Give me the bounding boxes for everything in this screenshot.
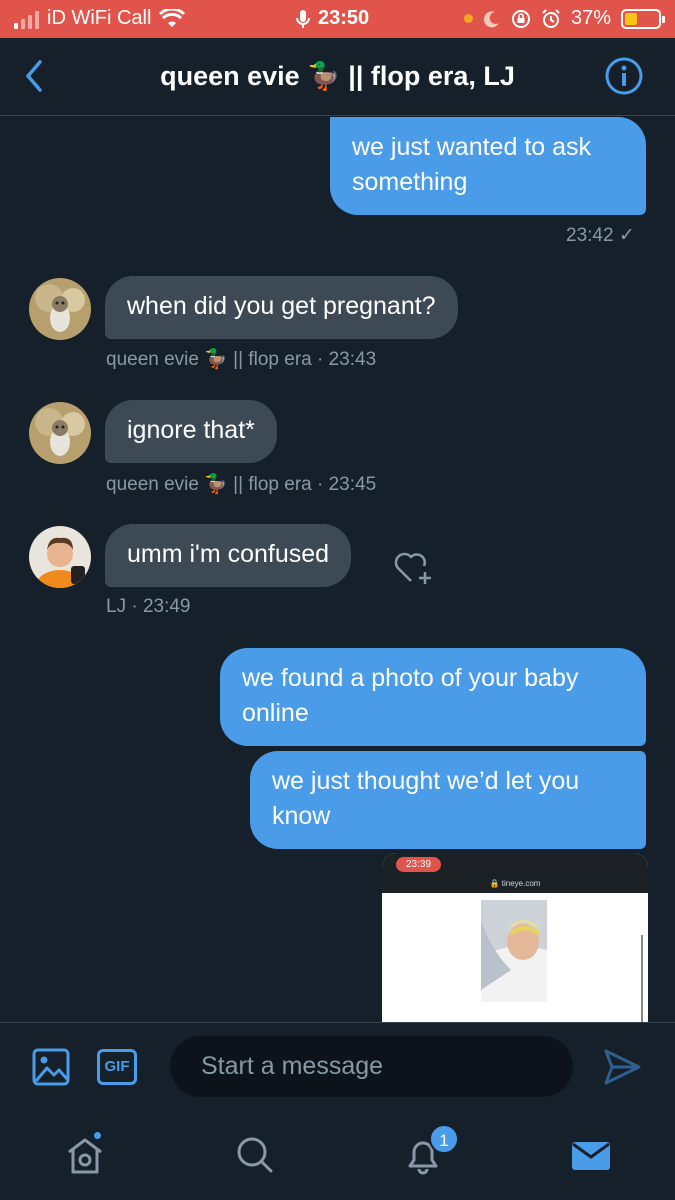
add-reaction-heart-icon[interactable]: [392, 548, 434, 586]
cat-avatar-image: [29, 402, 91, 464]
attachment-url: 🔒 tineye.com: [489, 879, 541, 888]
message-input[interactable]: [170, 1036, 573, 1097]
message-sender-time: queen evie 🦆 || flop era · 23:43: [106, 349, 377, 370]
send-icon[interactable]: [602, 1047, 642, 1087]
microphone-icon: [296, 9, 310, 28]
battery-fill: [625, 12, 637, 25]
tab-search[interactable]: [234, 1134, 276, 1181]
wifi-icon: [159, 8, 186, 27]
avatar-queen-evie[interactable]: [29, 402, 91, 464]
message-bubble-received[interactable]: when did you get pregnant?: [105, 276, 458, 339]
bottom-tab-bar: 1: [0, 1117, 675, 1200]
message-text-line: something: [352, 168, 468, 196]
avatar-queen-evie[interactable]: [29, 278, 91, 340]
message-timestamp: 23:42 ✓: [566, 225, 635, 246]
mail-icon: [572, 1142, 610, 1170]
attachment-time: 23:39: [396, 857, 442, 872]
moon-icon: [483, 10, 499, 27]
status-center: 23:50: [296, 7, 369, 30]
rotation-lock-icon: [511, 9, 530, 28]
message-bubble-sent[interactable]: we just thought we’d let you know: [250, 751, 646, 849]
cat-avatar-image: [29, 278, 91, 340]
battery-percent: 37%: [570, 7, 611, 29]
message-bubble-received[interactable]: ignore that*: [105, 400, 277, 463]
message-bubble-sent[interactable]: we found a photo of your baby online: [220, 648, 646, 746]
status-bar: iD WiFi Call 23:50 37%: [0, 0, 675, 38]
battery-icon: [621, 8, 665, 29]
image-icon[interactable]: [32, 1048, 70, 1086]
orange-dot-icon: [463, 14, 473, 23]
search-icon: [237, 1137, 273, 1173]
attachment-scrollbar: [641, 935, 643, 1023]
message-bubble-sent[interactable]: we just wanted to ask something: [330, 117, 646, 215]
home-badge-dot: [92, 1130, 103, 1141]
tab-notifications[interactable]: 1: [402, 1124, 459, 1181]
tab-home[interactable]: [64, 1130, 106, 1181]
baby-photo-image: [481, 900, 547, 1002]
conversation-title[interactable]: queen evie 🦆 || flop era, LJ: [0, 60, 675, 92]
message-text-line: we just wanted to ask: [352, 133, 592, 161]
carrier-label: iD WiFi Call: [47, 7, 152, 29]
message-text-line: know: [272, 802, 331, 830]
message-text-line: online: [242, 699, 309, 727]
gif-button[interactable]: GIF: [97, 1049, 137, 1085]
attachment-status-bar: 23:39 🔒 tineye.com: [382, 853, 648, 893]
person-avatar-image: [29, 526, 91, 588]
message-text-line: we just thought we’d let you: [272, 767, 580, 795]
status-right: 37%: [463, 7, 665, 30]
notifications-badge: 1: [429, 1124, 459, 1154]
avatar-lj[interactable]: [29, 526, 91, 588]
info-icon[interactable]: [604, 56, 644, 96]
message-sender-time: LJ · 23:49: [106, 596, 191, 617]
conversation-header: queen evie 🦆 || flop era, LJ: [0, 38, 675, 116]
alarm-icon: [542, 8, 560, 28]
message-bubble-received[interactable]: umm i'm confused: [105, 524, 352, 587]
image-attachment[interactable]: 23:39 🔒 tineye.com: [382, 853, 648, 1023]
message-sender-time: queen evie 🦆 || flop era · 23:45: [106, 474, 377, 495]
signal-icon: [14, 9, 39, 29]
clock: 23:50: [318, 7, 370, 29]
status-left: iD WiFi Call: [14, 7, 186, 30]
message-text-line: we found a photo of your baby: [242, 664, 579, 692]
tab-messages[interactable]: [570, 1134, 612, 1181]
